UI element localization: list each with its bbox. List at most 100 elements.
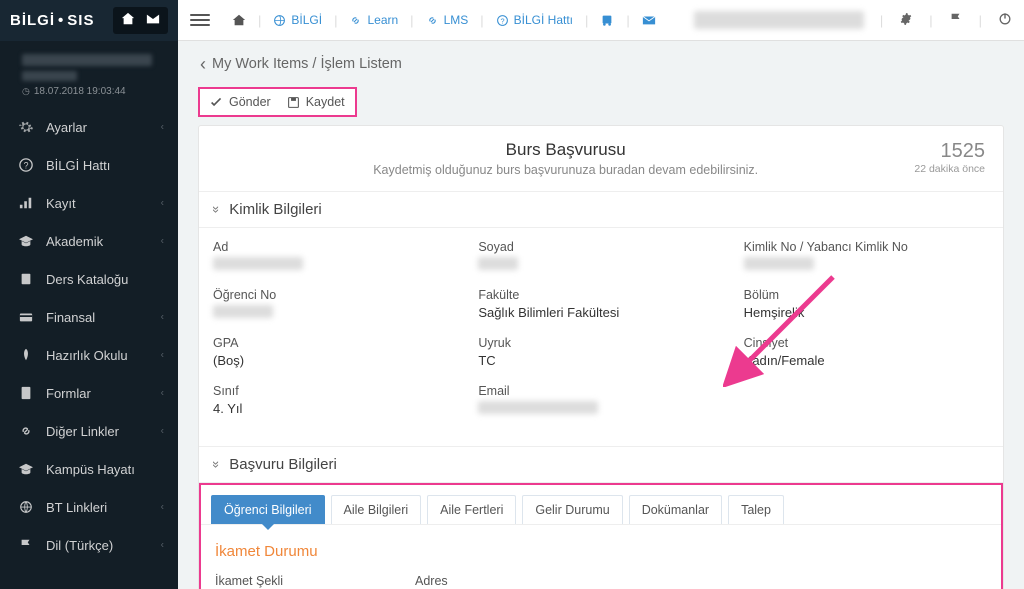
tab-gelir[interactable]: Gelir Durumu (522, 495, 622, 524)
chevron-left-icon: ‹ (161, 350, 164, 361)
nav-item-ders[interactable]: Ders Kataloğu (0, 260, 178, 298)
topnav-mail[interactable] (638, 13, 660, 27)
chevron-left-icon: ‹ (161, 312, 164, 323)
tab-aile-bilgileri[interactable]: Aile Bilgileri (331, 495, 422, 524)
field-label-uyruk: Uyruk (478, 336, 723, 350)
gear-icon[interactable] (899, 12, 913, 29)
nav-label: Formlar (46, 386, 91, 401)
book-icon (18, 271, 34, 287)
time-ago: 22 dakika önce (914, 163, 985, 175)
field-label-sinif: Sınıf (213, 384, 458, 398)
flag-icon[interactable] (949, 12, 963, 29)
topnav-bus[interactable] (596, 13, 618, 27)
graduation-icon (18, 233, 34, 249)
page-subtitle: Kaydetmiş olduğunuz burs başvurunuza bur… (217, 163, 914, 177)
field-label-ad: Ad (213, 240, 458, 254)
application-section-header[interactable]: Başvuru Bilgileri (199, 446, 1003, 483)
field-value-fakulte: Sağlık Bilimleri Fakültesi (478, 305, 723, 322)
topnav-lms[interactable]: LMS (422, 13, 473, 27)
field-value-cinsiyet: Kadın/Female (744, 353, 989, 370)
nav-item-formlar[interactable]: Formlar ‹ (0, 374, 178, 412)
gear-icon (18, 119, 34, 135)
power-icon[interactable] (998, 12, 1012, 29)
signal-icon (18, 195, 34, 211)
doc-icon (18, 385, 34, 401)
field-label-bolum: Bölüm (744, 288, 989, 302)
graduation-icon (18, 461, 34, 477)
chevron-left-icon: ‹ (161, 122, 164, 133)
adres-label: Adres (415, 574, 795, 588)
chevron-left-icon: ‹ (161, 540, 164, 551)
chevron-left-icon: ‹ (161, 502, 164, 513)
question-icon: ? (18, 157, 34, 173)
nav-item-finansal[interactable]: Finansal ‹ (0, 298, 178, 336)
link-icon (18, 423, 34, 439)
tab-ogrenci[interactable]: Öğrenci Bilgileri (211, 495, 325, 524)
field-label-ogrno: Öğrenci No (213, 288, 458, 302)
chevron-left-icon: ‹ (161, 426, 164, 437)
main-panel: Burs Başvurusu Kaydetmiş olduğunuz burs … (198, 125, 1004, 589)
nav-item-dil[interactable]: Dil (Türkçe) ‹ (0, 526, 178, 564)
nav-label: Ders Kataloğu (46, 272, 128, 287)
nav-label: Ayarlar (46, 120, 87, 135)
nav-item-hazirlik[interactable]: Hazırlık Okulu ‹ (0, 336, 178, 374)
chevron-left-icon: ‹ (161, 388, 164, 399)
home-link[interactable] (228, 13, 250, 27)
field-label-kimlik: Kimlik No / Yabancı Kimlik No (744, 240, 989, 254)
user-name-blurred (694, 11, 864, 29)
tab-talep[interactable]: Talep (728, 495, 784, 524)
nav-label: Dil (Türkçe) (46, 538, 113, 553)
nav-label: Akademik (46, 234, 103, 249)
identity-grid: Ad Soyad Kimlik No / Yabancı Kimlik No Ö… (199, 228, 1003, 446)
nav-item-bt[interactable]: BT Linkleri ‹ (0, 488, 178, 526)
field-value-sinif: 4. Yıl (213, 401, 458, 418)
tab-dokumanlar[interactable]: Dokümanlar (629, 495, 722, 524)
field-label-soyad: Soyad (478, 240, 723, 254)
nav-item-ayarlar[interactable]: Ayarlar ‹ (0, 108, 178, 146)
user-block: 18.07.2018 19:03:44 (0, 41, 178, 102)
main-content: My Work Items / İşlem Listem Gönder Kayd… (178, 41, 1024, 589)
field-label-email: Email (478, 384, 723, 398)
application-section: Öğrenci Bilgileri Aile Bilgileri Aile Fe… (199, 483, 1003, 589)
nav-label: Kayıt (46, 196, 76, 211)
save-button[interactable]: Kaydet (287, 95, 345, 109)
field-label-cinsiyet: Cinsiyet (744, 336, 989, 350)
timestamp: 18.07.2018 19:03:44 (22, 86, 163, 97)
nav-label: BİLGİ Hattı (46, 158, 110, 173)
chevron-left-icon: ‹ (161, 236, 164, 247)
nav-label: Hazırlık Okulu (46, 348, 128, 363)
nav-label: Finansal (46, 310, 95, 325)
send-button[interactable]: Gönder (210, 95, 271, 109)
identity-section-header[interactable]: Kimlik Bilgileri (199, 191, 1003, 228)
hamburger-icon[interactable] (190, 11, 210, 29)
nav-label: BT Linkleri (46, 500, 107, 515)
nav-item-bilgihatti[interactable]: ? BİLGİ Hattı (0, 146, 178, 184)
nav-item-kayit[interactable]: Kayıt ‹ (0, 184, 178, 222)
action-bar: Gönder Kaydet (198, 87, 357, 117)
nav-item-kampus[interactable]: Kampüs Hayatı (0, 450, 178, 488)
tab-aile-fertleri[interactable]: Aile Fertleri (427, 495, 516, 524)
page-title: Burs Başvurusu (217, 140, 914, 160)
field-label-fakulte: Fakülte (478, 288, 723, 302)
topnav-bilgihatti[interactable]: ?BİLGİ Hattı (492, 13, 577, 27)
topbar-right: | | | (694, 11, 1012, 29)
nav-item-akademik[interactable]: Akademik ‹ (0, 222, 178, 260)
field-label-gpa: GPA (213, 336, 458, 350)
home-icon[interactable] (121, 12, 135, 29)
chevron-left-icon: ‹ (161, 198, 164, 209)
svg-text:?: ? (500, 16, 504, 25)
topnav-learn[interactable]: Learn (345, 13, 402, 27)
nav-item-diger[interactable]: Diğer Linkler‹ (0, 412, 178, 450)
title-block: Burs Başvurusu Kaydetmiş olduğunuz burs … (199, 126, 1003, 191)
globe-icon (18, 499, 34, 515)
top-nav: | BİLGİ | Learn | LMS | ?BİLGİ Hattı | | (228, 13, 694, 28)
nav-menu: Ayarlar ‹ ? BİLGİ Hattı Kayıt ‹ Akademik ‹ D… (0, 108, 178, 564)
logo: BİLGİSIS (10, 12, 113, 29)
mail-icon[interactable] (146, 12, 160, 29)
card-icon (18, 309, 34, 325)
field-value-bolum: Hemşirelik (744, 305, 989, 322)
flag-icon (18, 537, 34, 553)
breadcrumb[interactable]: My Work Items / İşlem Listem (198, 41, 1004, 87)
topnav-bilgi[interactable]: BİLGİ (269, 13, 326, 27)
sidebar: BİLGİSIS 18.07.2018 19:03:44 Ayarlar ‹ ? B… (0, 0, 178, 589)
